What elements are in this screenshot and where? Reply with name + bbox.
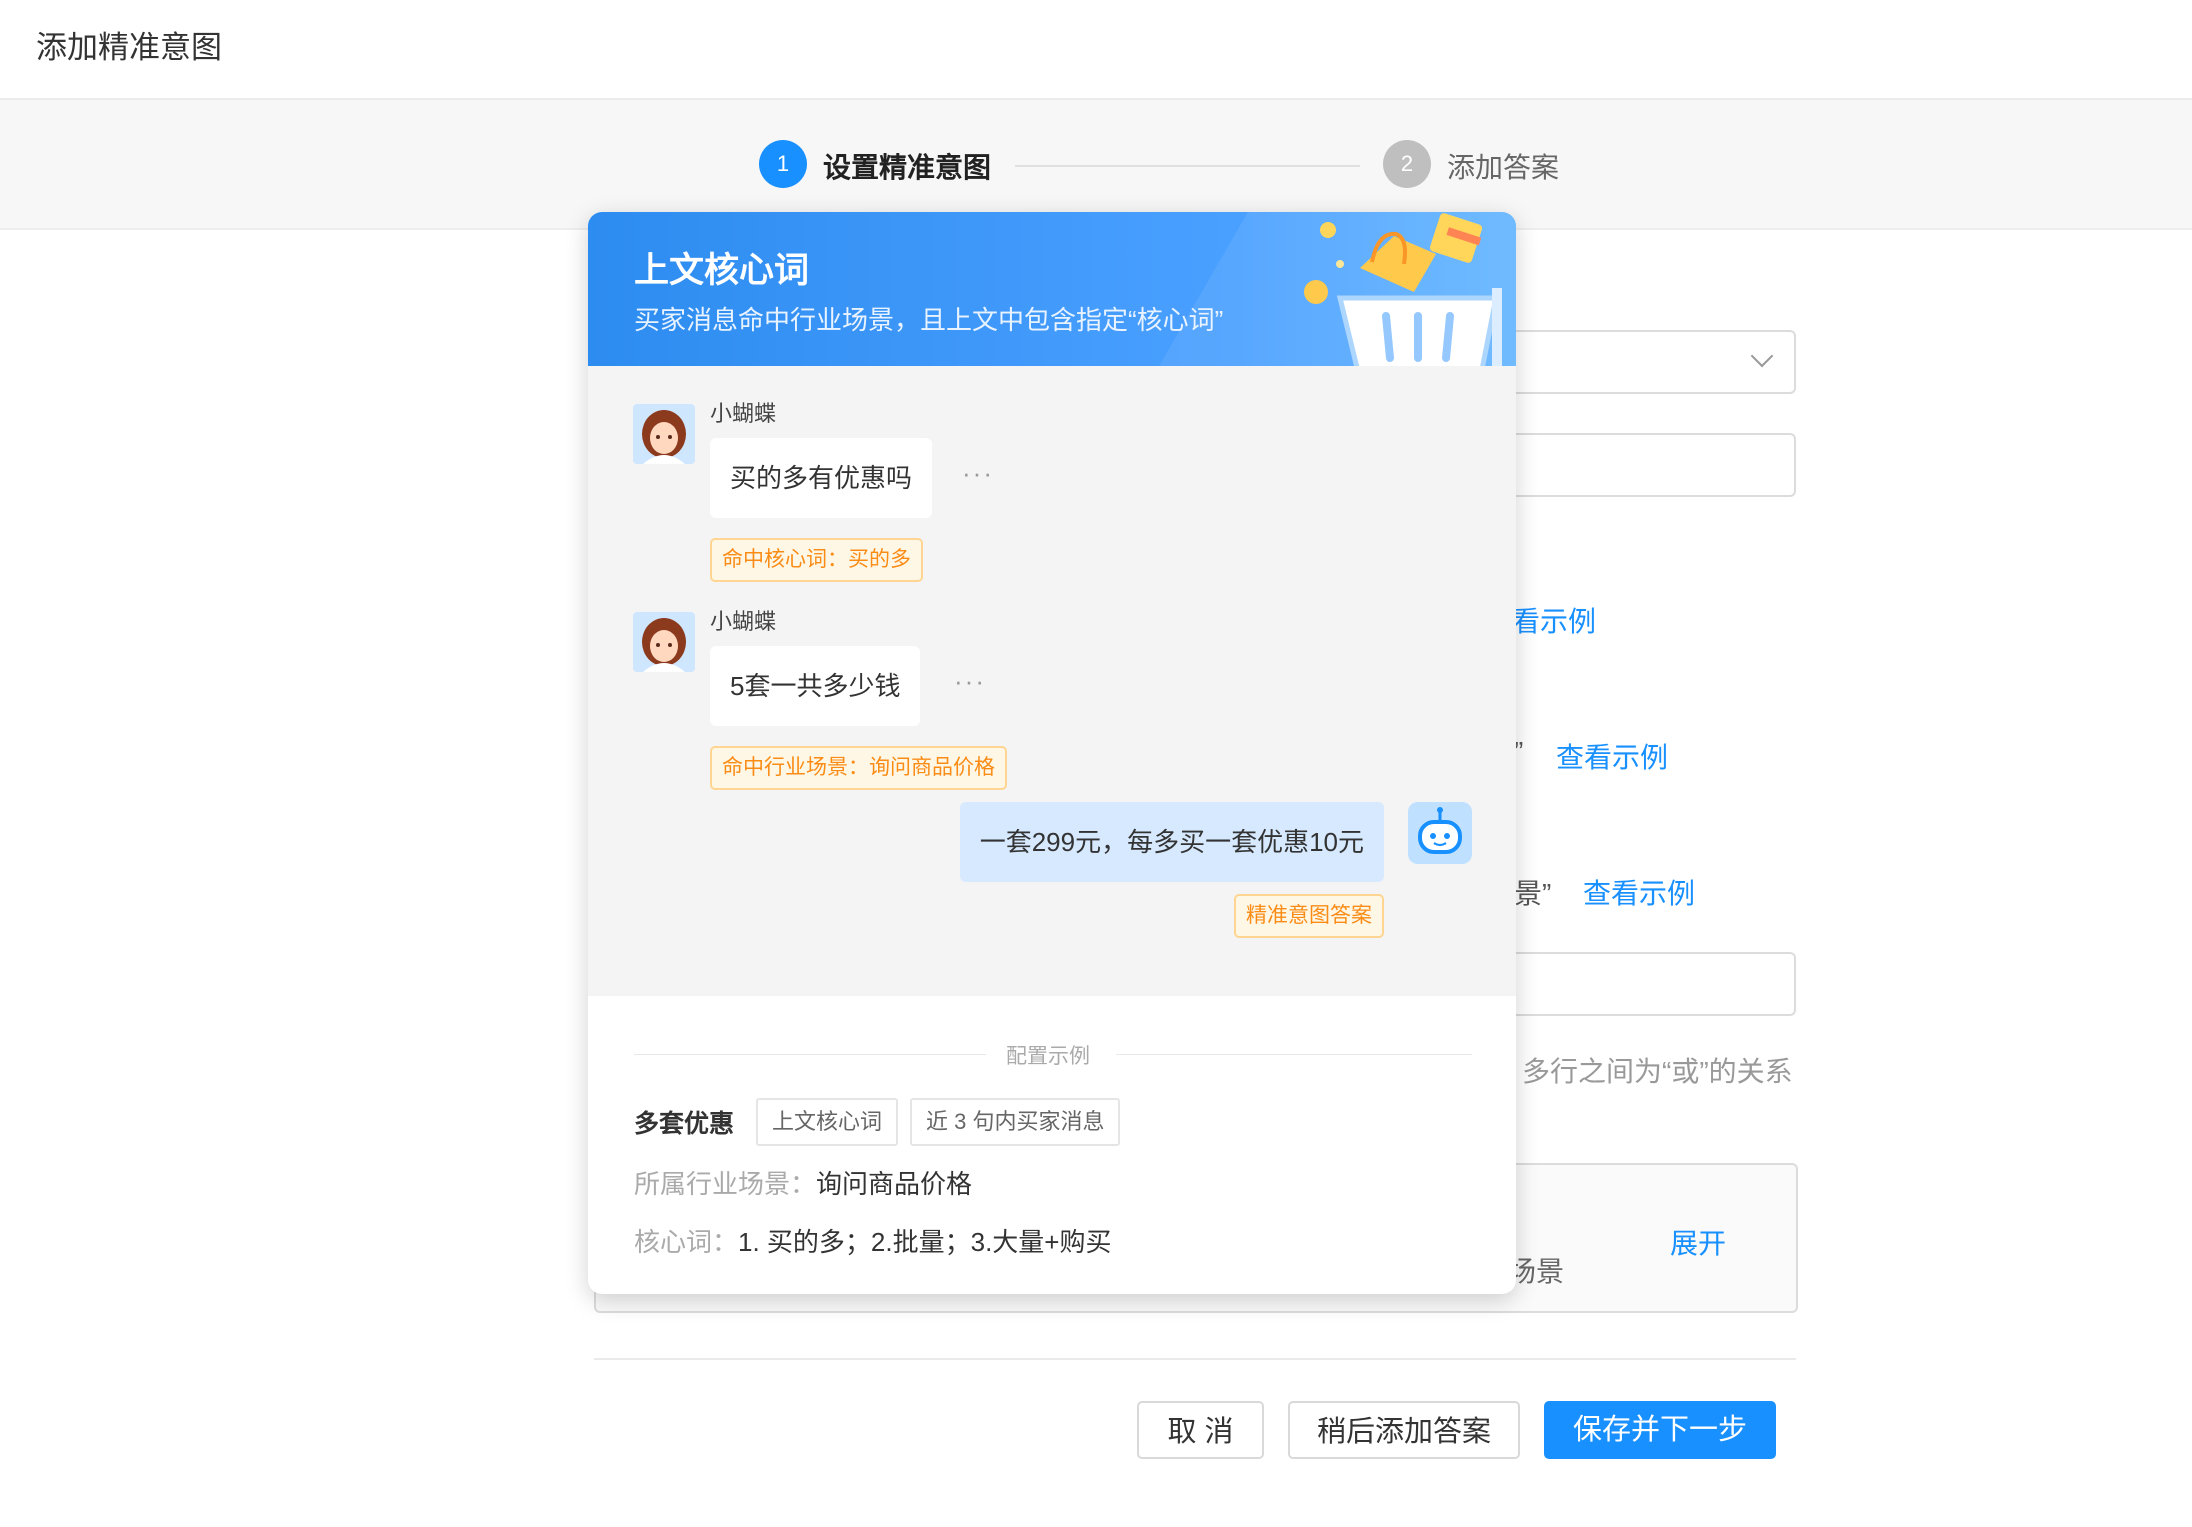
- config-scene-row: 所属行业场景：询问商品价格: [634, 1164, 972, 1201]
- step-2-number: 2: [1383, 140, 1431, 188]
- intent-name-input[interactable]: [1500, 433, 1796, 497]
- config-keywords-key: 核心词：: [634, 1227, 739, 1257]
- expand-link[interactable]: 展开: [1670, 1222, 1726, 1262]
- keyword-input[interactable]: [1500, 952, 1796, 1016]
- top-bar: 添加精准意图: [0, 0, 2192, 100]
- quote-text-2: 景”: [1514, 878, 1552, 909]
- customer-message: 5套一共多少钱: [710, 646, 921, 726]
- config-tag-keyword: 上文核心词: [756, 1098, 899, 1146]
- customer-avatar-icon: [633, 404, 695, 464]
- cancel-button[interactable]: 取 消: [1137, 1401, 1264, 1459]
- intent-answer-tag: 精准意图答案: [1234, 894, 1384, 938]
- customer-nickname: 小蝴蝶: [710, 401, 777, 426]
- more-icon: ···: [954, 666, 986, 696]
- config-keywords-row: 核心词：1. 买的多；2.批量；3.大量+购买: [634, 1222, 1111, 1259]
- customer-message: 买的多有优惠吗: [710, 438, 933, 518]
- config-divider-right: [1116, 1054, 1472, 1055]
- config-divider-left: [634, 1054, 986, 1055]
- customer-nickname: 小蝴蝶: [710, 609, 777, 634]
- config-intent-name: 多套优惠: [634, 1110, 735, 1138]
- popup-subtitle: 买家消息命中行业场景，且上文中包含指定“核心词”: [634, 305, 1224, 335]
- config-keywords-value: 1. 买的多；2.批量；3.大量+购买: [738, 1227, 1112, 1257]
- view-example-link-1[interactable]: 看示例: [1512, 600, 1596, 640]
- step-connector: [1015, 165, 1360, 167]
- view-example-link-3[interactable]: 查看示例: [1583, 872, 1695, 912]
- chat-example: 小蝴蝶 买的多有优惠吗 ··· 命中核心词：买的多 小蝴蝶 5套一共多少钱 ··…: [588, 366, 1516, 996]
- partial-scene-text: 场景: [1508, 1256, 1565, 1287]
- more-icon: ···: [962, 458, 994, 488]
- scene-select[interactable]: [1500, 330, 1796, 394]
- shopping-cart-icon: [1304, 213, 1502, 366]
- robot-avatar-icon: [1408, 802, 1472, 864]
- config-tag-range: 近 3 句内买家消息: [910, 1098, 1121, 1146]
- popup-title: 上文核心词: [634, 251, 810, 290]
- form-divider: [594, 1358, 1796, 1360]
- step-2-label: 添加答案: [1447, 152, 1560, 183]
- add-answer-later-button[interactable]: 稍后添加答案: [1288, 1401, 1520, 1459]
- multiline-hint: 多行之间为“或”的关系: [1522, 1056, 1793, 1087]
- step-1-label: 设置精准意图: [823, 152, 992, 183]
- config-scene-value: 询问商品价格: [816, 1169, 973, 1199]
- bot-reply-message: 一套299元，每多买一套优惠10元: [959, 802, 1384, 882]
- hit-keyword-tag: 命中核心词：买的多: [710, 538, 923, 582]
- hit-scene-tag: 命中行业场景：询问商品价格: [710, 746, 1007, 790]
- example-popup: 上文核心词 买家消息命中行业场景，且上文中包含指定“核心词” 小蝴蝶 买的多有优…: [588, 212, 1516, 1294]
- customer-avatar-icon: [633, 612, 695, 672]
- config-scene-key: 所属行业场景：: [634, 1169, 817, 1199]
- popup-header: 上文核心词 买家消息命中行业场景，且上文中包含指定“核心词”: [588, 212, 1516, 366]
- step-1-number: 1: [759, 140, 807, 188]
- view-example-link-2[interactable]: 查看示例: [1556, 736, 1668, 776]
- save-and-next-button[interactable]: 保存并下一步: [1544, 1401, 1776, 1459]
- chevron-down-icon: [1750, 344, 1774, 368]
- page-title: 添加精准意图: [36, 30, 222, 65]
- config-section-label: 配置示例: [1006, 1045, 1090, 1068]
